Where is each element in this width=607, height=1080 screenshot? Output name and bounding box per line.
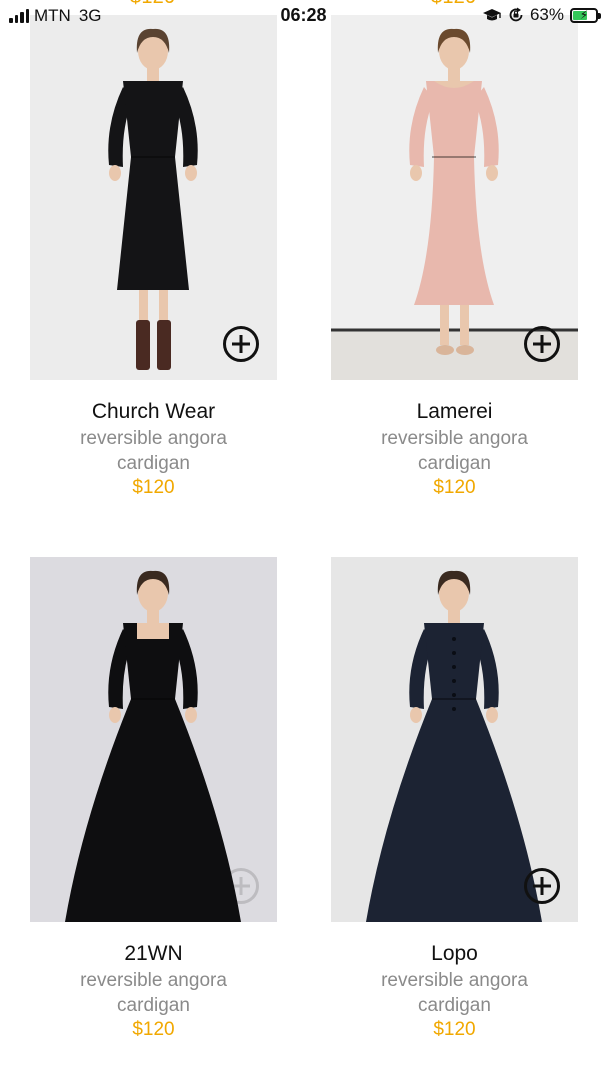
dress-body bbox=[65, 623, 241, 922]
product-description: reversible angora cardigan bbox=[80, 970, 227, 1016]
product-price: $120 bbox=[132, 477, 175, 498]
plus-circle-icon[interactable] bbox=[222, 867, 260, 905]
product-name: Lopo bbox=[431, 942, 478, 965]
dress-button bbox=[452, 665, 456, 669]
plus-circle-icon[interactable] bbox=[523, 325, 561, 363]
product-photo[interactable] bbox=[30, 15, 277, 380]
model-hand bbox=[486, 165, 498, 181]
product-description: reversible angora cardigan bbox=[381, 970, 528, 1016]
product-photo[interactable] bbox=[30, 557, 277, 922]
model-hand bbox=[410, 707, 422, 723]
dress-button bbox=[452, 707, 456, 711]
product-info: Lopo reversible angora cardigan $120 bbox=[331, 940, 578, 1042]
product-card[interactable]: Lopo reversible angora cardigan $120 bbox=[331, 557, 578, 1042]
product-info: 21WN reversible angora cardigan $120 bbox=[30, 940, 277, 1042]
battery-percent: 63% bbox=[529, 5, 564, 24]
product-card[interactable]: 21WN reversible angora cardigan $120 bbox=[30, 557, 277, 1042]
product-name: Lamerei bbox=[416, 400, 493, 423]
status-right: 63% ⚡ bbox=[482, 5, 601, 25]
model-hand bbox=[185, 707, 197, 723]
product-card[interactable]: Church Wear reversible angora cardigan $… bbox=[30, 15, 277, 500]
product-description: reversible angora cardigan bbox=[80, 428, 227, 474]
orientation-lock-icon bbox=[509, 7, 523, 22]
product-price: $120 bbox=[132, 1019, 175, 1040]
dress-button bbox=[452, 651, 456, 655]
model-shoe bbox=[436, 345, 454, 355]
model-hand bbox=[185, 165, 197, 181]
product-photo[interactable] bbox=[331, 15, 578, 380]
dress-button bbox=[452, 679, 456, 683]
model-hand bbox=[410, 165, 422, 181]
battery-charging-icon: ⚡ bbox=[570, 7, 601, 23]
product-name: 21WN bbox=[124, 942, 183, 965]
product-description: reversible angora cardigan bbox=[381, 428, 528, 474]
model-boot bbox=[157, 320, 171, 370]
model-hand bbox=[486, 707, 498, 723]
status-bar: MTN 3G 06:28 63% ⚡ bbox=[0, 0, 607, 32]
product-price: $120 bbox=[433, 477, 476, 498]
product-price: $120 bbox=[433, 1019, 476, 1040]
model-boot bbox=[136, 320, 150, 370]
graduation-cap-icon bbox=[482, 9, 501, 21]
product-info: Lamerei reversible angora cardigan $120 bbox=[331, 398, 578, 500]
product-info: Church Wear reversible angora cardigan $… bbox=[30, 398, 277, 500]
dress-button bbox=[452, 637, 456, 641]
product-grid-screen: $120 $120 MTN 3G 06:28 63% bbox=[0, 0, 607, 1080]
product-name: Church Wear bbox=[91, 400, 216, 423]
product-card[interactable]: Lamerei reversible angora cardigan $120 bbox=[331, 15, 578, 500]
product-photo[interactable] bbox=[331, 557, 578, 922]
plus-circle-icon[interactable] bbox=[222, 325, 260, 363]
model-hand bbox=[109, 707, 121, 723]
model-shoe bbox=[456, 345, 474, 355]
plus-circle-icon[interactable] bbox=[523, 867, 561, 905]
charging-bolt-icon: ⚡ bbox=[579, 7, 589, 22]
dress-neckline bbox=[137, 623, 169, 639]
dress-body bbox=[117, 81, 189, 290]
dress-button bbox=[452, 693, 456, 697]
model-hand bbox=[109, 165, 121, 181]
